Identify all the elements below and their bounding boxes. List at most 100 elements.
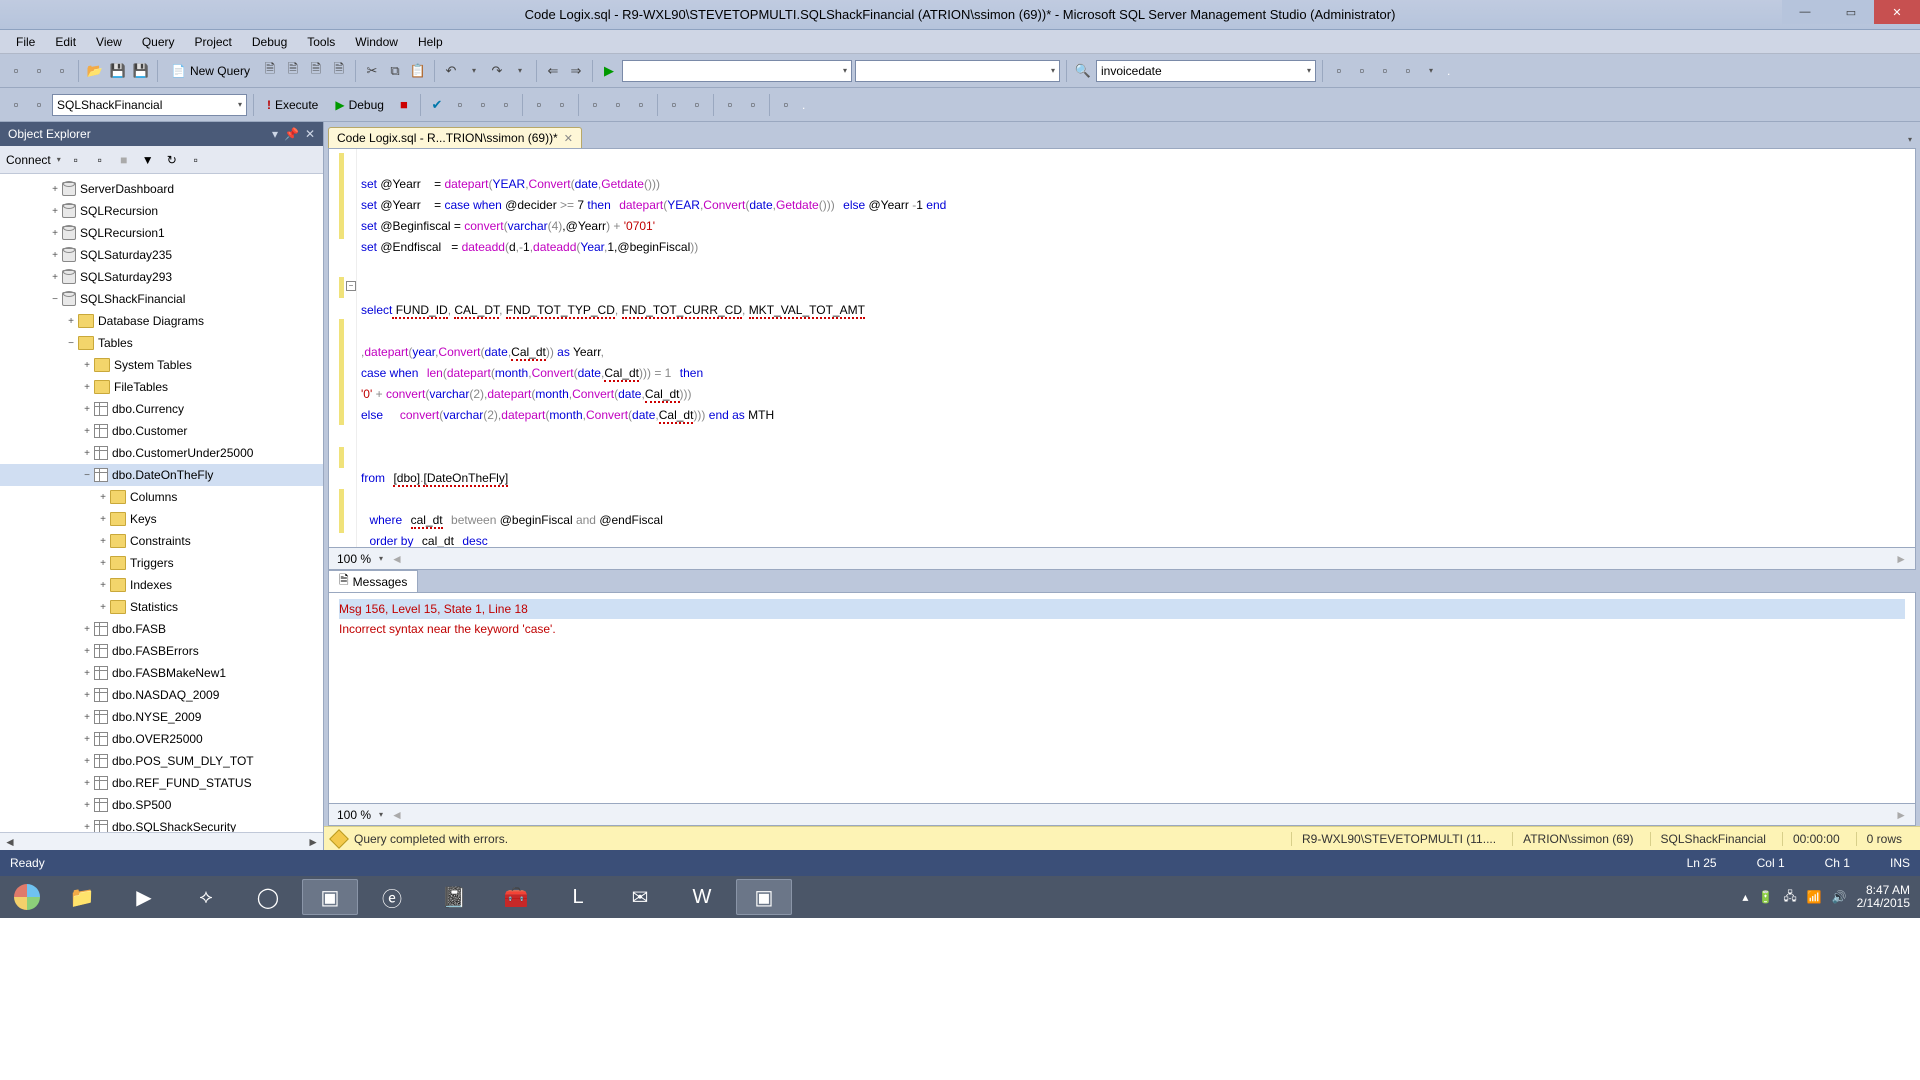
oe-close-icon[interactable]: ✕ [305, 127, 315, 141]
expand-icon[interactable]: + [80, 778, 94, 789]
taskbar-explorer[interactable]: 📁 [54, 879, 110, 915]
tree-node[interactable]: +dbo.FASB [0, 618, 323, 640]
expand-icon[interactable]: + [80, 404, 94, 415]
connect-label[interactable]: Connect [6, 153, 51, 167]
results-text-icon[interactable]: ▫ [585, 95, 605, 115]
expand-icon[interactable]: + [96, 602, 110, 613]
expand-icon[interactable]: + [48, 184, 62, 195]
fold-icon[interactable]: − [346, 281, 356, 291]
include-stats-icon[interactable]: ▫ [552, 95, 572, 115]
taskbar-outlook[interactable]: ✉ [612, 879, 668, 915]
tree-node[interactable]: +System Tables [0, 354, 323, 376]
database-combo[interactable]: SQLShackFinancial▾ [52, 94, 247, 116]
cancel-query-icon[interactable]: ■ [394, 95, 414, 115]
expand-icon[interactable]: − [80, 470, 94, 481]
expand-icon[interactable]: + [80, 800, 94, 811]
expand-icon[interactable]: + [48, 206, 62, 217]
object-explorer-tree[interactable]: +ServerDashboard+SQLRecursion+SQLRecursi… [0, 174, 323, 832]
expand-icon[interactable]: + [80, 690, 94, 701]
tree-node[interactable]: −SQLShackFinancial [0, 288, 323, 310]
tree-node[interactable]: +SQLRecursion [0, 200, 323, 222]
tab-messages[interactable]: 🗎 Messages [328, 570, 418, 592]
expand-icon[interactable]: + [80, 668, 94, 679]
oe-pin-icon[interactable]: 📌 [284, 127, 299, 141]
expand-icon[interactable]: + [96, 492, 110, 503]
oe-refresh-icon[interactable]: ↻ [163, 151, 181, 169]
xmla-query-icon[interactable]: 🗎 [329, 61, 349, 81]
save-icon[interactable]: 💾 [108, 61, 128, 81]
taskbar-ie[interactable]: ⓔ [364, 879, 420, 915]
editor-zoom-value[interactable]: 100 % [337, 552, 371, 566]
undo-icon[interactable]: ↶ [441, 61, 461, 81]
expand-icon[interactable]: + [80, 360, 94, 371]
tree-node[interactable]: +Database Diagrams [0, 310, 323, 332]
outdent-icon[interactable]: ▫ [743, 95, 763, 115]
open-icon[interactable]: 📂 [85, 61, 105, 81]
debug-button[interactable]: ▶ Debug [328, 95, 391, 115]
taskbar-ssms[interactable]: ▣ [736, 879, 792, 915]
taskbar-ssdt[interactable]: ▣ [302, 879, 358, 915]
start-icon[interactable]: ▶ [599, 61, 619, 81]
execute-button[interactable]: ! Execute [260, 95, 325, 115]
tree-node[interactable]: +dbo.NYSE_2009 [0, 706, 323, 728]
config-combo[interactable]: ▾ [855, 60, 1060, 82]
indent-icon[interactable]: ▫ [720, 95, 740, 115]
oe-stop-icon[interactable]: ■ [115, 151, 133, 169]
tray-network-icon[interactable]: 🖧 [1783, 887, 1796, 908]
results-grid-icon[interactable]: ▫ [608, 95, 628, 115]
close-button[interactable]: ✕ [1874, 0, 1920, 24]
redo-icon[interactable]: ↷ [487, 61, 507, 81]
tool-c-icon[interactable]: ▫ [1375, 61, 1395, 81]
paste-icon[interactable]: 📋 [408, 61, 428, 81]
menu-help[interactable]: Help [408, 32, 453, 52]
expand-icon[interactable]: + [96, 558, 110, 569]
expand-icon[interactable]: + [80, 822, 94, 833]
oe-tool2-icon[interactable]: ▫ [91, 151, 109, 169]
tree-node[interactable]: +dbo.REF_FUND_STATUS [0, 772, 323, 794]
oe-filter-icon[interactable]: ▼ [139, 151, 157, 169]
expand-icon[interactable]: + [96, 580, 110, 591]
tree-node[interactable]: +dbo.FASBErrors [0, 640, 323, 662]
tabstrip-dropdown-icon[interactable]: ▾ [1904, 131, 1916, 148]
estimated-plan-icon[interactable]: ▫ [450, 95, 470, 115]
query-options-icon[interactable]: ▫ [473, 95, 493, 115]
tree-node[interactable]: +FileTables [0, 376, 323, 398]
tree-node[interactable]: +SQLSaturday235 [0, 244, 323, 266]
expand-icon[interactable]: + [80, 426, 94, 437]
connect-dropdown-icon[interactable]: ▾ [57, 155, 61, 164]
expand-icon[interactable]: + [80, 382, 94, 393]
specify-values-icon[interactable]: ▫ [776, 95, 796, 115]
tool-b-icon[interactable]: ▫ [1352, 61, 1372, 81]
tree-node[interactable]: +dbo.POS_SUM_DLY_TOT [0, 750, 323, 772]
hscroll-left-icon[interactable]: ◄ [4, 835, 16, 849]
expand-icon[interactable]: + [80, 624, 94, 635]
messages-zoom-value[interactable]: 100 % [337, 808, 371, 822]
expand-icon[interactable]: + [80, 448, 94, 459]
expand-icon[interactable]: + [48, 272, 62, 283]
expand-icon[interactable]: + [96, 514, 110, 525]
menu-tools[interactable]: Tools [297, 32, 345, 52]
tree-node[interactable]: +dbo.Customer [0, 420, 323, 442]
expand-icon[interactable]: + [48, 228, 62, 239]
tray-wifi-icon[interactable]: 📶 [1807, 890, 1822, 904]
tab-close-icon[interactable]: ✕ [564, 132, 573, 145]
expand-icon[interactable]: + [96, 536, 110, 547]
mdx-query-icon[interactable]: 🗎 [306, 61, 326, 81]
oe-tool1-icon[interactable]: ▫ [67, 151, 85, 169]
taskbar-toolbox[interactable]: 🧰 [488, 879, 544, 915]
new-item-icon[interactable]: ▫ [29, 61, 49, 81]
menu-query[interactable]: Query [132, 32, 185, 52]
tray-clock[interactable]: 8:47 AM 2/14/2015 [1857, 884, 1914, 910]
redo-dropdown-icon[interactable]: ▾ [510, 61, 530, 81]
taskbar-notepad[interactable]: 📓 [426, 879, 482, 915]
save-all-icon[interactable]: 💾 [131, 61, 151, 81]
tree-node[interactable]: +dbo.NASDAQ_2009 [0, 684, 323, 706]
analysis-query-icon[interactable]: 🗎 [283, 61, 303, 81]
sql-editor[interactable]: − set @Yearr = datepart(YEAR,Convert(dat… [328, 148, 1916, 548]
tool-a-icon[interactable]: ▫ [1329, 61, 1349, 81]
tree-node[interactable]: +dbo.Currency [0, 398, 323, 420]
nav-fwd-icon[interactable]: ⇒ [566, 61, 586, 81]
tool-d-dropdown-icon[interactable]: ▾ [1421, 61, 1441, 81]
tree-node[interactable]: −Tables [0, 332, 323, 354]
db-query-icon[interactable]: 🗎 [260, 61, 280, 81]
